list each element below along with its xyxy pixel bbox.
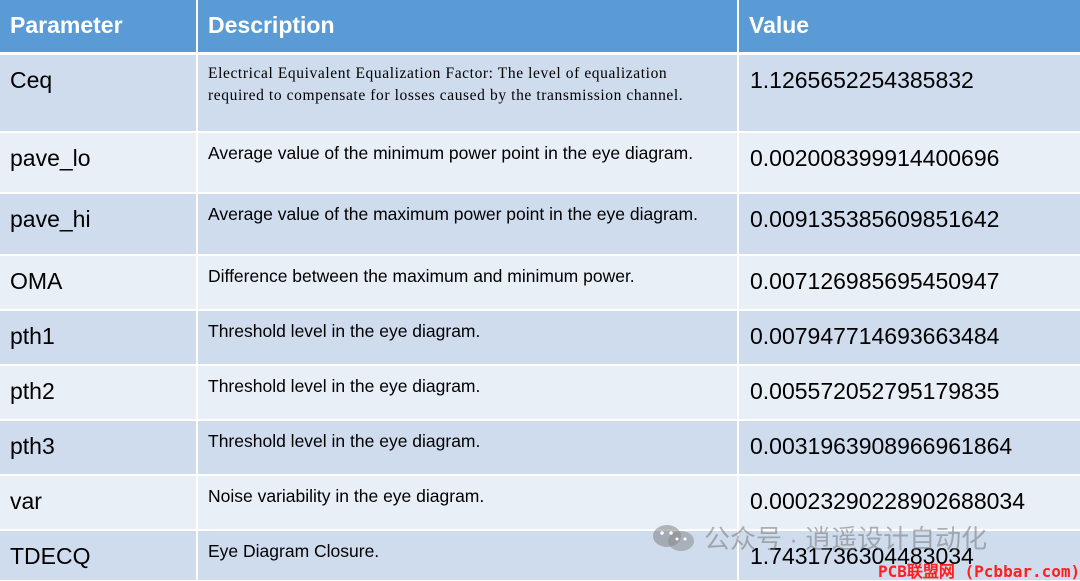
table-row: pave_lo Average value of the minimum pow… xyxy=(0,132,1080,194)
value-cell: 0.009135385609851642 xyxy=(738,193,1080,256)
parameter-cell: OMA xyxy=(0,255,198,311)
table-row: pth3 Threshold level in the eye diagram.… xyxy=(0,420,1080,476)
site-watermark: PCB联盟网 (Pcbbar.com) xyxy=(878,562,1080,581)
parameter-cell: pth3 xyxy=(0,420,198,476)
parameter-table: Parameter Description Value Ceq Electric… xyxy=(0,0,1080,581)
parameter-cell: var xyxy=(0,475,198,531)
description-cell: Threshold level in the eye diagram. xyxy=(197,365,739,421)
value-cell: 0.007947714693663484 xyxy=(738,310,1080,366)
value-cell: 1.1265652254385832 xyxy=(738,53,1080,133)
value-cell: 0.0031963908966961864 xyxy=(738,420,1080,476)
description-cell: Average value of the maximum power point… xyxy=(197,193,739,256)
parameter-cell: pth2 xyxy=(0,365,198,421)
value-cell: 0.002008399914400696 xyxy=(738,132,1080,194)
value-cell: 0.005572052795179835 xyxy=(738,365,1080,421)
table-row: pth2 Threshold level in the eye diagram.… xyxy=(0,365,1080,421)
description-cell: Eye Diagram Closure. xyxy=(197,530,739,581)
parameter-cell: Ceq xyxy=(0,53,198,133)
parameter-cell: TDECQ xyxy=(0,530,198,581)
column-header-value: Value xyxy=(738,0,1080,55)
table-row: OMA Difference between the maximum and m… xyxy=(0,255,1080,311)
table-header-row: Parameter Description Value xyxy=(0,0,1080,55)
description-cell: Threshold level in the eye diagram. xyxy=(197,420,739,476)
parameter-cell: pth1 xyxy=(0,310,198,366)
table-row: var Noise variability in the eye diagram… xyxy=(0,475,1080,531)
parameter-cell: pave_lo xyxy=(0,132,198,194)
description-cell: Electrical Equivalent Equalization Facto… xyxy=(197,53,739,133)
table-row: Ceq Electrical Equivalent Equalization F… xyxy=(0,53,1080,133)
table-row: pave_hi Average value of the maximum pow… xyxy=(0,193,1080,256)
value-cell: 0.007126985695450947 xyxy=(738,255,1080,311)
description-cell: Noise variability in the eye diagram. xyxy=(197,475,739,531)
value-cell: 0.00023290228902688034 xyxy=(738,475,1080,531)
description-cell: Difference between the maximum and minim… xyxy=(197,255,739,311)
description-cell: Average value of the minimum power point… xyxy=(197,132,739,194)
parameter-cell: pave_hi xyxy=(0,193,198,256)
description-cell: Threshold level in the eye diagram. xyxy=(197,310,739,366)
table-row: pth1 Threshold level in the eye diagram.… xyxy=(0,310,1080,366)
column-header-description: Description xyxy=(197,0,739,55)
column-header-parameter: Parameter xyxy=(0,0,198,55)
